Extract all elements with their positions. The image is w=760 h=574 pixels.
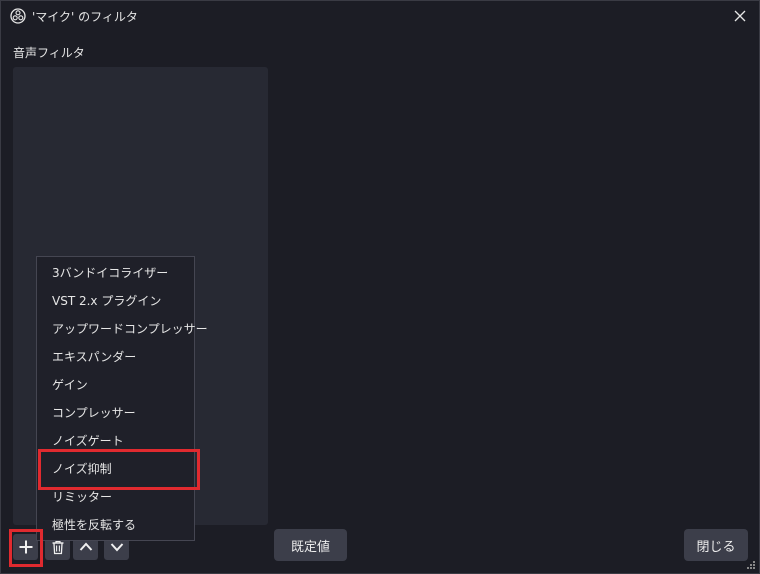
title-bar: 'マイク' のフィルタ [1,1,759,31]
close-window-button[interactable] [729,5,751,27]
plus-icon [19,540,32,554]
menu-item-3band-eq[interactable]: 3バンドイコライザー [37,259,194,287]
chevron-up-icon [79,542,92,551]
obs-logo-icon [10,8,26,24]
menu-item-limiter[interactable]: リミッター [37,483,194,511]
menu-item-gain[interactable]: ゲイン [37,371,194,399]
menu-item-expander[interactable]: エキスパンダー [37,343,194,371]
menu-item-noise-gate[interactable]: ノイズゲート [37,427,194,455]
resize-grip-icon[interactable] [746,560,756,570]
add-filter-button[interactable] [13,534,38,560]
filters-dialog: 'マイク' のフィルタ 音声フィルタ 3バンドイコライザー VST 2.x プラ… [0,0,760,574]
menu-item-noise-suppression[interactable]: ノイズ抑制 [37,455,194,483]
close-icon [734,10,746,22]
menu-item-invert-polarity[interactable]: 極性を反転する [37,511,194,539]
window-title: 'マイク' のフィルタ [32,10,138,24]
menu-item-upward-compressor[interactable]: アップワードコンプレッサー [37,315,208,343]
add-filter-menu: 3バンドイコライザー VST 2.x プラグイン アップワードコンプレッサー エ… [36,256,208,541]
trash-icon [52,540,63,554]
menu-item-compressor[interactable]: コンプレッサー [37,399,194,427]
chevron-down-icon [110,543,123,552]
defaults-button[interactable]: 既定値 [274,529,347,561]
menu-item-vst-plugin[interactable]: VST 2.x プラグイン [37,287,194,315]
audio-filters-label: 音声フィルタ [13,46,85,60]
close-button[interactable]: 閉じる [684,529,748,561]
